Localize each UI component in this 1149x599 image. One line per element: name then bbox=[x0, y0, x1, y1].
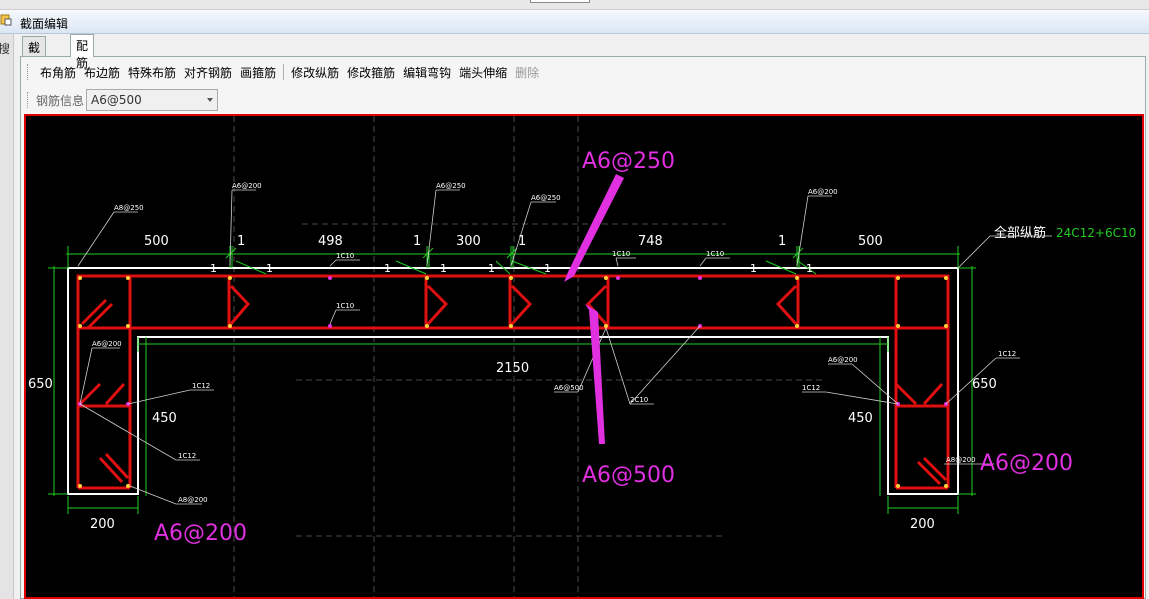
window-title: 截面编辑 bbox=[20, 17, 69, 31]
drawing-canvas[interactable]: 500 1 498 1 300 1 748 1 500 1 1 1 1 1 1 … bbox=[24, 114, 1144, 599]
dim-top-500-right: 500 bbox=[858, 234, 883, 249]
dim-small-6: 1 bbox=[544, 262, 551, 275]
dim-left-650: 650 bbox=[28, 377, 53, 392]
dim-bottom-left-200: 200 bbox=[90, 517, 115, 532]
dim-small-3: 1 bbox=[384, 262, 391, 275]
leader-label-l2: A6@200 bbox=[232, 182, 262, 190]
leader-label-l5: A6@200 bbox=[808, 188, 838, 196]
leader-label-l3: A6@250 bbox=[436, 182, 466, 190]
annotation-a6-250: A6@250 bbox=[582, 149, 675, 174]
leader-label-mid-a: A6@500 bbox=[554, 384, 584, 392]
dim-left-450: 450 bbox=[152, 411, 177, 426]
leader-label-right-d: A8@200 bbox=[946, 456, 976, 464]
dim-top-300: 300 bbox=[456, 234, 481, 249]
dim-small-5: 1 bbox=[488, 262, 495, 275]
toolbar-separator bbox=[283, 64, 285, 80]
dim-right-650: 650 bbox=[972, 377, 997, 392]
section-editor-window: 截面编辑 搜 截面 配筋 布角筋 布边筋 特殊布筋 对齐钢筋 画箍筋 修改纵筋 … bbox=[0, 0, 1149, 599]
leader-label-right-b: 1C12 bbox=[802, 384, 820, 392]
dim-small-2: 1 bbox=[266, 262, 273, 275]
dim-top-1-d: 1 bbox=[778, 234, 786, 249]
dim-top-1-c: 1 bbox=[518, 234, 526, 249]
draw-stirrup-button[interactable]: 画箍筋 bbox=[236, 64, 280, 81]
rebar-info-label: 钢筋信息 bbox=[36, 93, 85, 108]
align-rebar-button[interactable]: 对齐钢筋 bbox=[180, 64, 236, 81]
rebar-info-row: 钢筋信息 A6@500 bbox=[27, 88, 219, 112]
dim-small-4: 1 bbox=[440, 262, 447, 275]
leader-label-l1: A8@250 bbox=[114, 204, 144, 212]
window-icon bbox=[0, 14, 12, 26]
delete-button[interactable]: 删除 bbox=[511, 64, 543, 81]
rebar-info-select[interactable]: A6@500 bbox=[86, 89, 219, 111]
dim-top-498: 498 bbox=[318, 234, 343, 249]
section-outline bbox=[67, 267, 959, 495]
tab-section[interactable]: 截面 bbox=[22, 36, 47, 72]
leader-label-c4: 1C10 bbox=[706, 250, 724, 258]
leader-label-left-c: 1C12 bbox=[178, 452, 196, 460]
end-extend-button[interactable]: 端头伸缩 bbox=[455, 64, 511, 81]
dim-top-1-b: 1 bbox=[413, 234, 421, 249]
leader-label-l4: A6@250 bbox=[531, 194, 561, 202]
dim-small-1: 1 bbox=[210, 262, 217, 275]
all-rebar-label: 全部纵筋 bbox=[994, 225, 1046, 241]
dim-small-8: 1 bbox=[806, 262, 813, 275]
leader-label-right-a: A6@200 bbox=[828, 356, 858, 364]
modify-longitudinal-button[interactable]: 修改纵筋 bbox=[287, 64, 343, 81]
annotation-labels: A6@250 A6@500 A6@200 A6@200 bbox=[154, 149, 1073, 546]
leader-label-left-b: 1C12 bbox=[192, 382, 210, 390]
leader-label-mid-b: 2C10 bbox=[630, 396, 648, 404]
chevron-down-icon[interactable] bbox=[207, 98, 214, 102]
top-strip-control bbox=[530, 0, 590, 3]
left-side-strip: 搜 bbox=[0, 34, 14, 599]
title-bar: 截面编辑 bbox=[0, 10, 1149, 34]
leader-label-c2: 1C10 bbox=[336, 302, 354, 310]
tab-rebar[interactable]: 配筋 bbox=[70, 34, 95, 70]
leader-label-left-d: A8@200 bbox=[178, 496, 208, 504]
leader-label-left-a: A6@200 bbox=[92, 340, 122, 348]
annotation-a6-200-right: A6@200 bbox=[980, 451, 1073, 476]
special-rebar-button[interactable]: 特殊布筋 bbox=[124, 64, 180, 81]
dim-bottom-right-200: 200 bbox=[910, 517, 935, 532]
dim-middle-2150: 2150 bbox=[496, 361, 529, 376]
dim-top-1-a: 1 bbox=[237, 234, 245, 249]
corner-rebar-button[interactable]: 布角筋 bbox=[36, 64, 80, 81]
dim-top-500-left: 500 bbox=[144, 234, 169, 249]
side-label: 搜 bbox=[0, 42, 11, 56]
annotation-a6-500: A6@500 bbox=[582, 463, 675, 488]
modify-stirrup-button[interactable]: 修改箍筋 bbox=[343, 64, 399, 81]
dim-right-450: 450 bbox=[848, 411, 873, 426]
dim-top-748: 748 bbox=[638, 234, 663, 249]
leader-label-c1: 1C10 bbox=[336, 252, 354, 260]
edit-hook-button[interactable]: 编辑弯钩 bbox=[399, 64, 455, 81]
rebar-info-value: A6@500 bbox=[91, 93, 142, 107]
annotation-a6-200-left: A6@200 bbox=[154, 521, 247, 546]
leader-label-c3: 1C10 bbox=[612, 250, 630, 258]
toolbar-grip[interactable] bbox=[27, 64, 30, 80]
row-grip[interactable] bbox=[27, 92, 30, 108]
section-drawing: 500 1 498 1 300 1 748 1 500 1 1 1 1 1 1 … bbox=[28, 116, 1136, 597]
dim-small-7: 1 bbox=[750, 262, 757, 275]
grid-lines bbox=[233, 116, 826, 597]
all-rebar-value: 24C12+6C10 bbox=[1056, 226, 1136, 240]
leader-label-right-c: 1C12 bbox=[998, 350, 1016, 358]
leader-lines bbox=[77, 189, 1052, 505]
top-strip bbox=[0, 0, 1149, 10]
rebar-toolbar: 布角筋 布边筋 特殊布筋 对齐钢筋 画箍筋 修改纵筋 修改箍筋 编辑弯钩 端头伸… bbox=[27, 61, 543, 83]
